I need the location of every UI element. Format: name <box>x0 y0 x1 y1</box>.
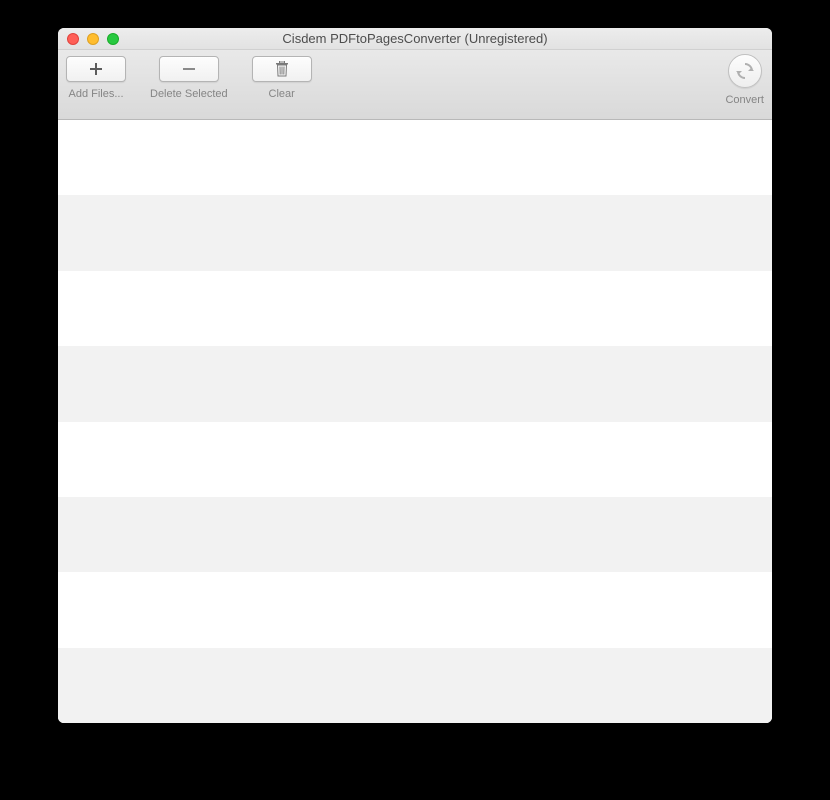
add-files-button[interactable] <box>66 56 126 82</box>
clear-group: Clear <box>252 56 312 100</box>
list-row <box>58 422 772 497</box>
app-window: Cisdem PDFtoPagesConverter (Unregistered… <box>58 28 772 723</box>
toolbar: Add Files... Delete Selected <box>58 50 772 120</box>
close-button[interactable] <box>67 33 79 45</box>
list-row <box>58 648 772 723</box>
add-files-label: Add Files... <box>68 88 123 100</box>
delete-selected-group: Delete Selected <box>150 56 228 100</box>
clear-button[interactable] <box>252 56 312 82</box>
list-row <box>58 497 772 572</box>
delete-selected-button[interactable] <box>159 56 219 82</box>
convert-label: Convert <box>725 94 764 106</box>
window-title: Cisdem PDFtoPagesConverter (Unregistered… <box>58 31 772 46</box>
file-list[interactable] <box>58 120 772 723</box>
list-row <box>58 572 772 647</box>
list-row <box>58 271 772 346</box>
minimize-button[interactable] <box>87 33 99 45</box>
zoom-button[interactable] <box>107 33 119 45</box>
clear-label: Clear <box>269 88 295 100</box>
refresh-icon <box>735 61 755 81</box>
add-files-group: Add Files... <box>66 56 126 100</box>
delete-selected-label: Delete Selected <box>150 88 228 100</box>
list-row <box>58 346 772 421</box>
convert-button[interactable] <box>728 54 762 88</box>
convert-group: Convert <box>725 56 764 106</box>
plus-icon <box>89 62 103 76</box>
trash-icon <box>275 61 289 77</box>
titlebar: Cisdem PDFtoPagesConverter (Unregistered… <box>58 28 772 50</box>
list-row <box>58 120 772 195</box>
minus-icon <box>182 62 196 76</box>
traffic-lights <box>58 33 119 45</box>
list-row <box>58 195 772 270</box>
